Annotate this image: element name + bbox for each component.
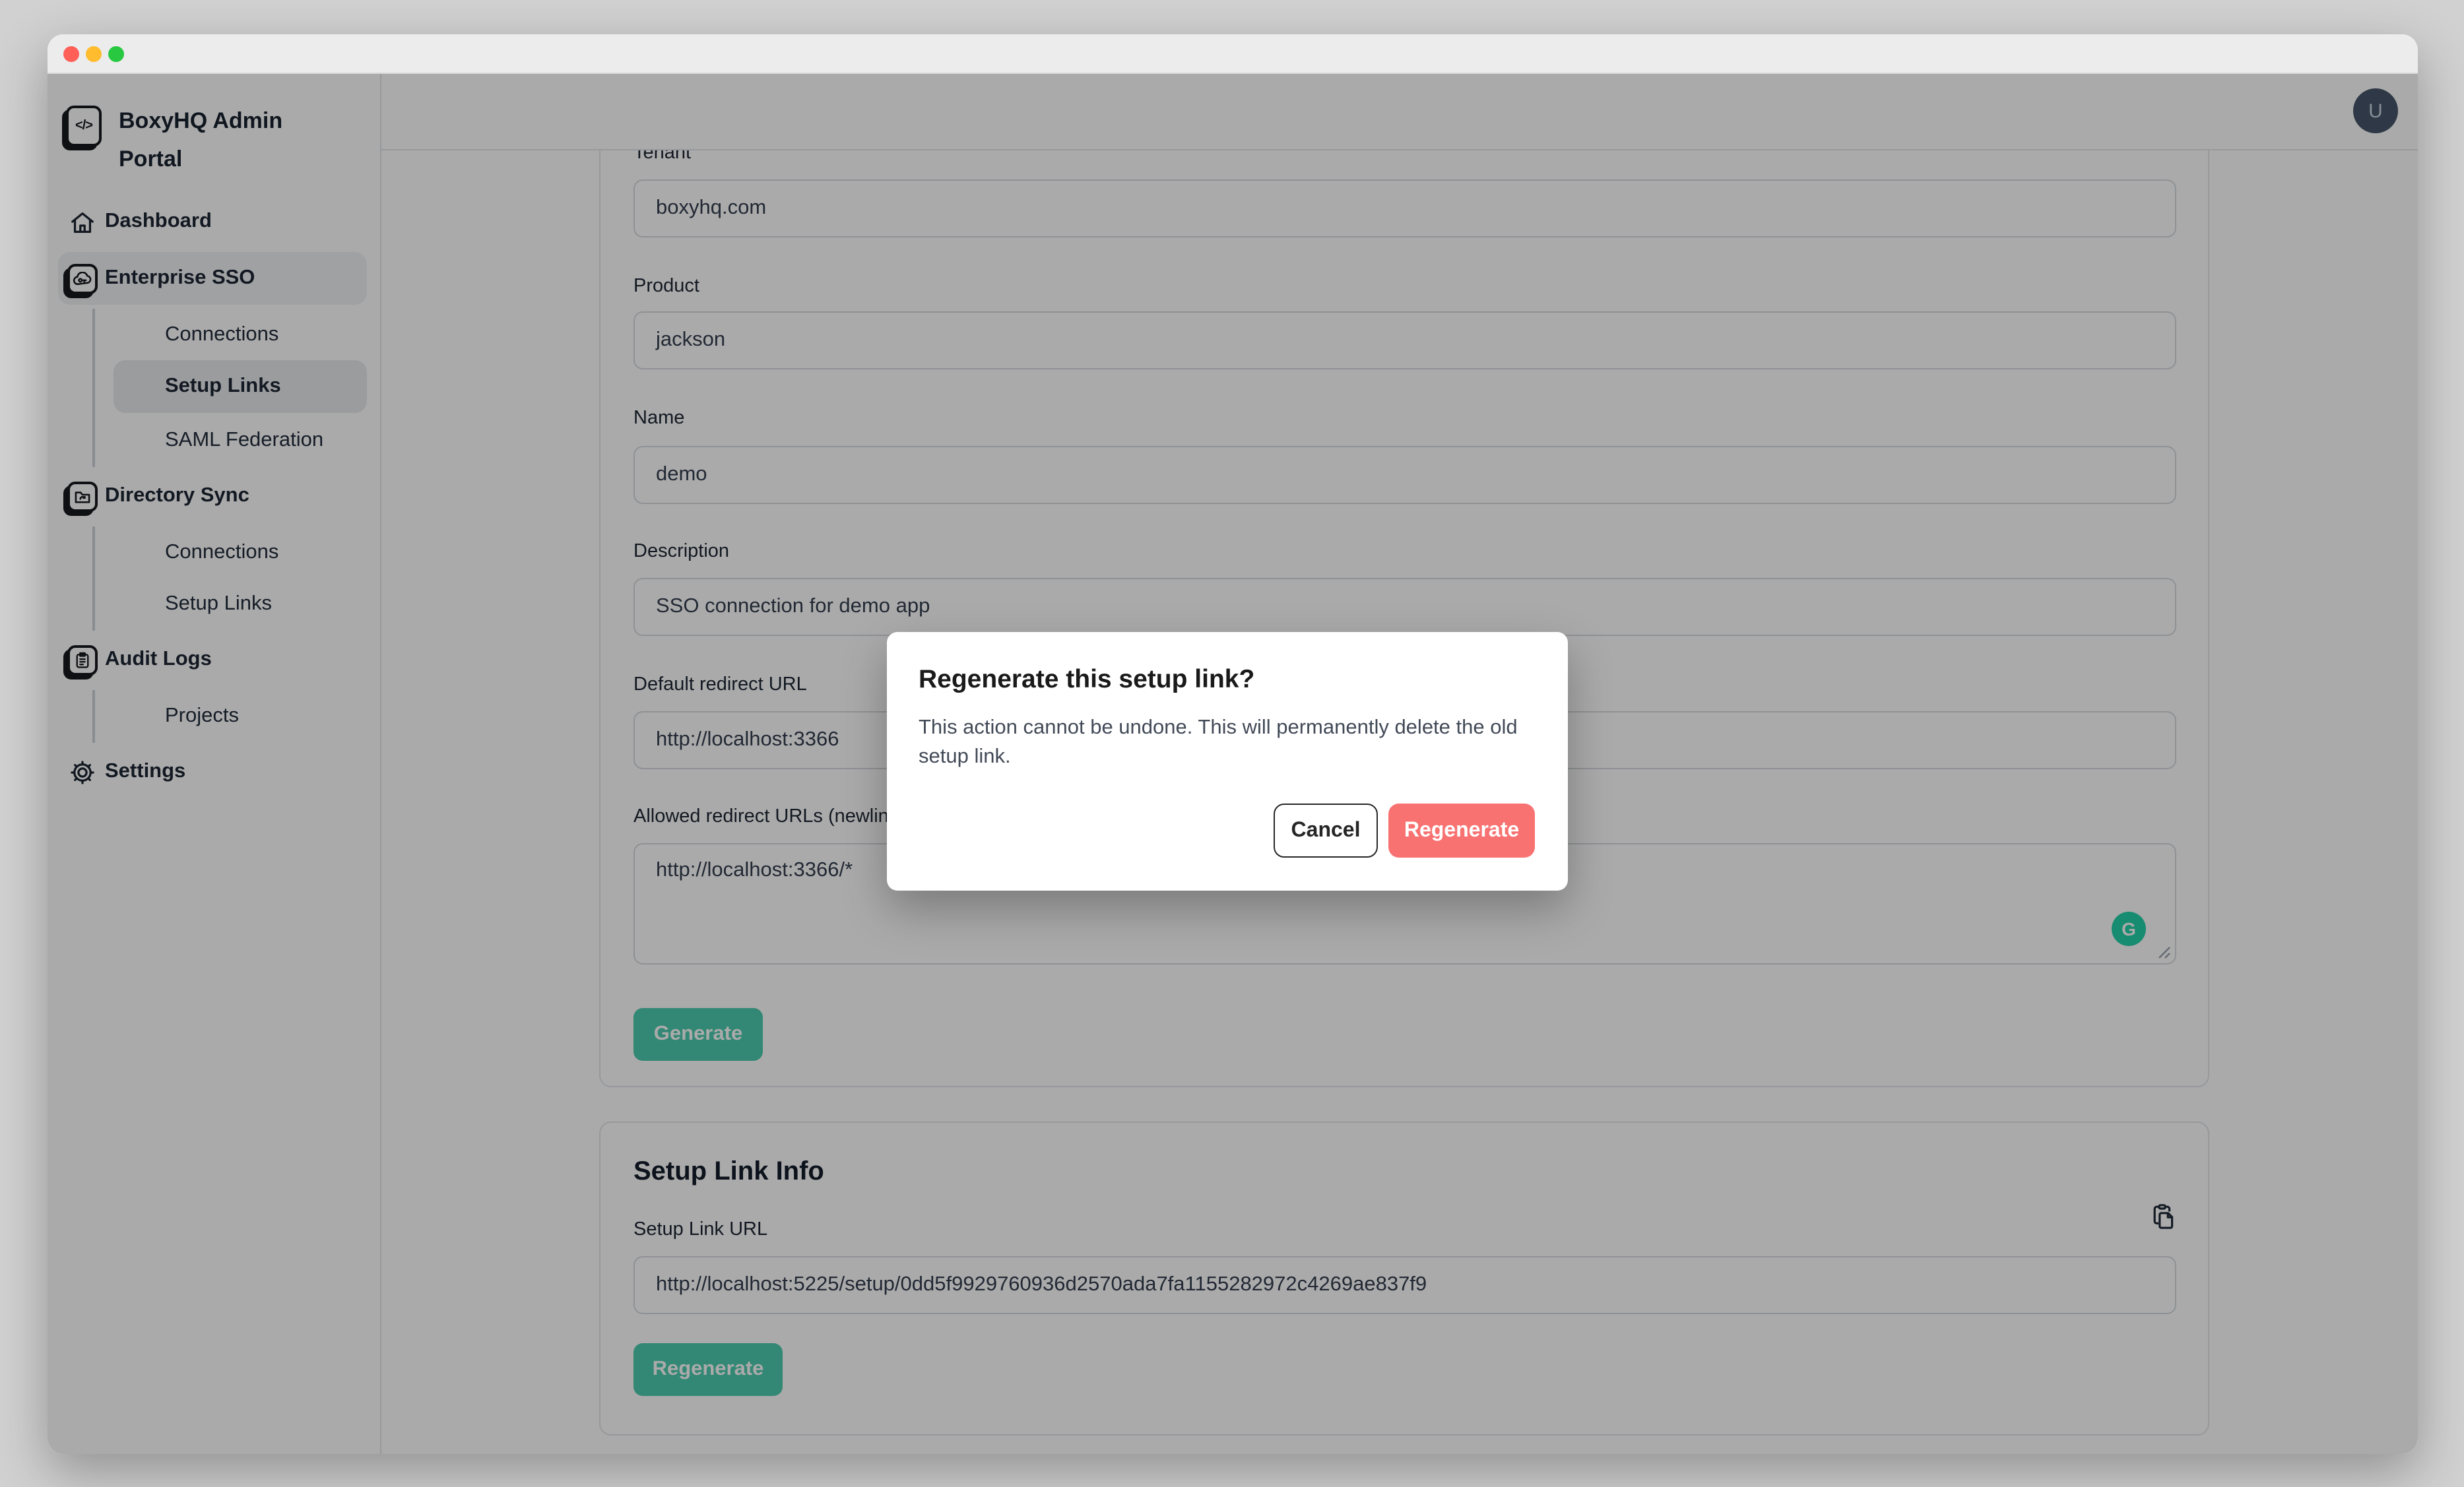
minimize-window-button[interactable] xyxy=(86,46,102,62)
cancel-button[interactable]: Cancel xyxy=(1274,804,1378,858)
app-window: </> BoxyHQ Admin Portal Dashboard xyxy=(48,34,2418,1454)
modal-title: Regenerate this setup link? xyxy=(919,665,1254,695)
confirm-regenerate-button[interactable]: Regenerate xyxy=(1388,804,1535,858)
desktop: </> BoxyHQ Admin Portal Dashboard xyxy=(0,0,2464,1487)
regenerate-confirm-modal: Regenerate this setup link? This action … xyxy=(887,632,1568,891)
modal-message: This action cannot be undone. This will … xyxy=(919,714,1526,771)
window-titlebar xyxy=(48,34,2418,74)
close-window-button[interactable] xyxy=(63,46,79,62)
zoom-window-button[interactable] xyxy=(108,46,124,62)
